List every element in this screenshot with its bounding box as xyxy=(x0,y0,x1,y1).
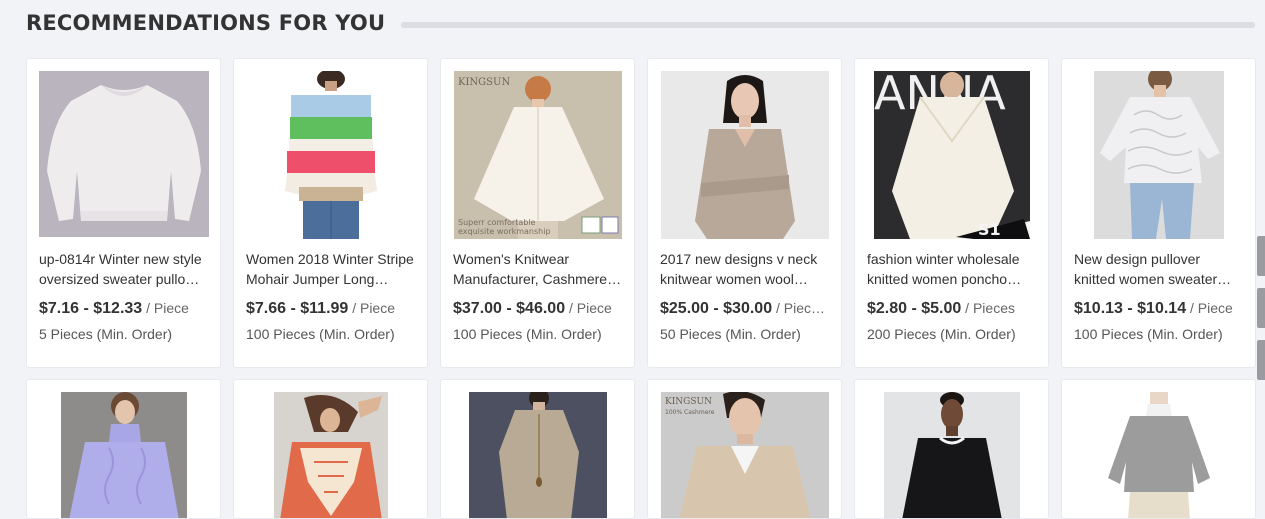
side-tab[interactable] xyxy=(1257,288,1265,328)
product-image[interactable]: KINGSUN Superr comfortable exquisite wor… xyxy=(453,71,622,239)
product-card[interactable]: Women 2018 Winter Stripe Mohair Jumper L… xyxy=(233,58,428,368)
product-price: $25.00 - $30.00 / Piec… xyxy=(660,300,825,317)
image-caption: 100% Cashmere xyxy=(665,409,715,416)
bag-text: S1 xyxy=(978,220,1001,239)
header-divider xyxy=(401,21,1255,28)
product-card[interactable] xyxy=(26,379,221,519)
product-title[interactable]: Women 2018 Winter Stripe Mohair Jumper L… xyxy=(246,249,419,289)
min-order: 100 Pieces (Min. Order) xyxy=(1074,326,1223,342)
min-order: 50 Pieces (Min. Order) xyxy=(660,326,801,342)
product-card[interactable]: 2017 new designs v neck knitwear women w… xyxy=(647,58,842,368)
grey-turtleneck-image xyxy=(1093,392,1224,518)
product-price: $7.66 - $11.99 / Piece xyxy=(246,300,396,317)
product-card[interactable]: New design pullover knitted women sweate… xyxy=(1061,58,1256,368)
product-card[interactable]: up-0814r Winter new style oversized swea… xyxy=(26,58,221,368)
lavender-sweater-image xyxy=(60,392,187,518)
sweater-image xyxy=(38,71,209,237)
product-image[interactable]: KINGSUN 100% Cashmere xyxy=(660,392,829,518)
vneck-sweater-image xyxy=(660,71,829,239)
product-title[interactable]: 2017 new designs v neck knitwear women w… xyxy=(660,249,833,289)
image-caption: exquisite workmanship xyxy=(458,227,551,236)
product-price: $2.80 - $5.00 / Pieces xyxy=(867,300,1015,317)
min-order: 200 Pieces (Min. Order) xyxy=(867,326,1016,342)
product-image[interactable] xyxy=(273,392,388,518)
product-image[interactable]: ANNA S1 xyxy=(873,71,1030,239)
side-tab[interactable] xyxy=(1257,236,1265,276)
product-price: $37.00 - $46.00 / Piece xyxy=(453,300,612,317)
side-tab[interactable] xyxy=(1257,340,1265,380)
poncho-image: KINGSUN Superr comfortable exquisite wor… xyxy=(453,71,622,239)
min-order: 100 Pieces (Min. Order) xyxy=(246,326,395,342)
product-image[interactable] xyxy=(1093,71,1224,239)
product-title[interactable]: Women's Knitwear Manufacturer, Cashmere… xyxy=(453,249,626,289)
product-card[interactable] xyxy=(854,379,1049,519)
product-card[interactable]: KINGSUN Superr comfortable exquisite wor… xyxy=(440,58,635,368)
min-order: 5 Pieces (Min. Order) xyxy=(39,326,173,342)
product-image[interactable] xyxy=(60,392,187,518)
product-title[interactable]: fashion winter wholesale knitted women p… xyxy=(867,249,1040,289)
section-header: RECOMMENDATIONS FOR YOU xyxy=(26,8,1255,38)
crochet-poncho-image xyxy=(273,392,388,518)
striped-sweater-image xyxy=(276,71,385,239)
lace-sweater-image xyxy=(1093,71,1224,239)
product-card[interactable]: KINGSUN 100% Cashmere xyxy=(647,379,842,519)
image-caption: Superr comfortable xyxy=(458,218,536,227)
product-image[interactable] xyxy=(38,71,209,237)
product-image[interactable] xyxy=(276,71,385,239)
brand-watermark: KINGSUN xyxy=(665,397,712,407)
product-title[interactable]: up-0814r Winter new style oversized swea… xyxy=(39,249,212,289)
men-vneck-sweater-image: KINGSUN 100% Cashmere xyxy=(660,392,829,518)
product-title[interactable]: New design pullover knitted women sweate… xyxy=(1074,249,1247,289)
product-card[interactable] xyxy=(440,379,635,519)
brand-watermark: KINGSUN xyxy=(458,77,510,88)
min-order: 100 Pieces (Min. Order) xyxy=(453,326,602,342)
product-image[interactable] xyxy=(883,392,1020,518)
product-price: $7.16 - $12.33 / Piece xyxy=(39,300,189,317)
product-card[interactable] xyxy=(233,379,428,519)
black-sweater-image xyxy=(883,392,1020,518)
section-title: RECOMMENDATIONS FOR YOU xyxy=(26,11,386,35)
knit-dress-image xyxy=(468,392,607,518)
product-image[interactable] xyxy=(1093,392,1224,518)
product-image[interactable] xyxy=(660,71,829,239)
white-poncho-image: ANNA S1 xyxy=(873,71,1030,239)
product-card[interactable]: ANNA S1 fashion winter wholesale knitted… xyxy=(854,58,1049,368)
product-price: $10.13 - $10.14 / Piece xyxy=(1074,300,1233,317)
product-image[interactable] xyxy=(468,392,607,518)
product-card[interactable] xyxy=(1061,379,1256,519)
